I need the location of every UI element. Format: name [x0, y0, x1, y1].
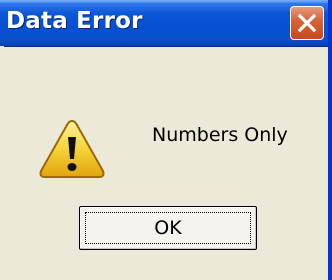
error-message: Numbers Only [152, 124, 288, 146]
close-icon [297, 13, 317, 33]
dialog-title: Data Error [6, 8, 143, 34]
warning-icon [39, 119, 105, 178]
ok-button[interactable]: OK [79, 206, 257, 250]
window-frame [0, 46, 4, 280]
title-bar[interactable]: Data Error [0, 0, 328, 47]
focus-rectangle: OK [85, 212, 251, 244]
close-button[interactable] [290, 6, 324, 40]
error-dialog: Data Error Numbers Only OK [0, 0, 332, 280]
ok-button-label: OK [154, 217, 182, 239]
